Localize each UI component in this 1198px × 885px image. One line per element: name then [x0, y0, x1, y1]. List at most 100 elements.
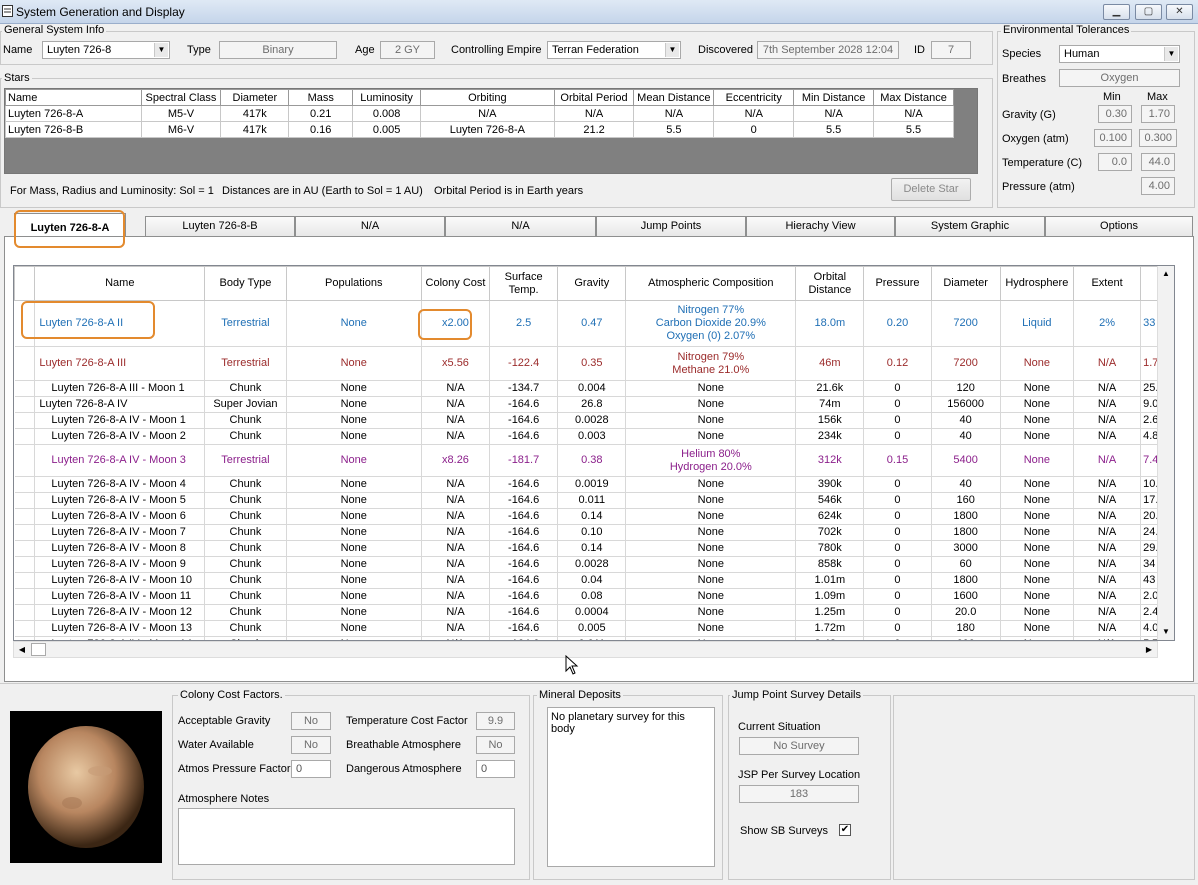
- body-cell: N/A: [1073, 540, 1142, 557]
- star-row[interactable]: Luyten 726-8-A M5-V 417k 0.21 0.008 N/A N/A N/A…: [5, 105, 954, 122]
- body-row[interactable]: Luyten 726-8-A IV - Moon 4 Chunk None N/A -1…: [14, 476, 1174, 493]
- atmosphere-component: None: [697, 398, 724, 410]
- maximize-button[interactable]: ▢: [1135, 4, 1162, 20]
- body-name-cell: Luyten 726-8-A IV - Moon 11: [34, 588, 206, 605]
- species-select[interactable]: Human ▼: [1059, 45, 1180, 63]
- stars-column-header[interactable]: Orbital Period: [553, 89, 635, 106]
- scroll-down-icon[interactable]: ▼: [1158, 624, 1174, 640]
- body-cell: -181.7: [489, 444, 559, 477]
- stars-column-header[interactable]: Name: [5, 89, 142, 106]
- stars-column-header[interactable]: Mass: [288, 89, 354, 106]
- row-header[interactable]: [14, 346, 36, 381]
- row-header[interactable]: [14, 556, 36, 573]
- body-row[interactable]: Luyten 726-8-A IV Super Jovian None N/A -164…: [14, 396, 1174, 413]
- body-row[interactable]: Luyten 726-8-A IV - Moon 3 Terrestrial Non…: [14, 444, 1174, 477]
- atmosphere-component: None: [697, 542, 724, 554]
- body-row[interactable]: Luyten 726-8-A IV - Moon 1 Chunk None N/A -1…: [14, 412, 1174, 429]
- tab-1[interactable]: Luyten 726-8-B: [145, 216, 295, 236]
- bodies-column-header[interactable]: Gravity: [557, 266, 627, 301]
- tab-7[interactable]: Options: [1045, 216, 1193, 236]
- row-header[interactable]: [14, 412, 36, 429]
- body-row[interactable]: Luyten 726-8-A IV - Moon 13 Chunk None N/A -…: [14, 620, 1174, 637]
- body-row[interactable]: Luyten 726-8-A IV - Moon 8 Chunk None N/A -1…: [14, 540, 1174, 557]
- body-row[interactable]: Luyten 726-8-A IV - Moon 2 Chunk None N/A -1…: [14, 428, 1174, 445]
- bodies-column-header[interactable]: Surface Temp.: [489, 266, 559, 301]
- body-row[interactable]: Luyten 726-8-A IV - Moon 5 Chunk None N/A -1…: [14, 492, 1174, 509]
- scroll-up-icon[interactable]: ▲: [1158, 266, 1174, 282]
- body-row[interactable]: Luyten 726-8-A II Terrestrial None x2.00 2.5…: [14, 300, 1174, 347]
- body-cell: N/A: [421, 508, 491, 525]
- row-header[interactable]: [14, 444, 36, 477]
- stars-column-header[interactable]: Orbiting: [420, 89, 555, 106]
- row-header[interactable]: [14, 604, 36, 621]
- mineral-deposits-list[interactable]: No planetary survey for this body: [547, 707, 715, 867]
- row-header[interactable]: [14, 588, 36, 605]
- row-header[interactable]: [14, 572, 36, 589]
- body-cell: N/A: [1073, 492, 1142, 509]
- vertical-scrollbar[interactable]: ▲ ▼: [1157, 266, 1174, 640]
- row-header[interactable]: [14, 620, 36, 637]
- bodies-column-header[interactable]: Hydrosphere: [999, 266, 1074, 301]
- atmosphere-notes-textarea[interactable]: [178, 808, 515, 865]
- atmosphere-cell: None: [625, 524, 797, 541]
- body-row[interactable]: Luyten 726-8-A IV - Moon 10 Chunk None N/A -…: [14, 572, 1174, 589]
- bodies-column-header[interactable]: Atmospheric Composition: [625, 266, 797, 301]
- body-cell: Chunk: [204, 476, 287, 493]
- bodies-column-header[interactable]: Colony Cost: [420, 266, 491, 301]
- show-sb-surveys-checkbox[interactable]: ✔: [839, 824, 851, 836]
- scroll-thumb[interactable]: [31, 643, 46, 656]
- row-header[interactable]: [14, 524, 36, 541]
- row-header[interactable]: [14, 540, 36, 557]
- atmosphere-cell: None: [625, 540, 797, 557]
- body-row[interactable]: Luyten 726-8-A IV - Moon 12 Chunk None N/A -…: [14, 604, 1174, 621]
- body-row[interactable]: Luyten 726-8-A IV - Moon 11 Chunk None N/A -…: [14, 588, 1174, 605]
- body-cell: 0: [863, 604, 932, 621]
- scroll-right-icon[interactable]: ▶: [1141, 642, 1157, 657]
- tab-3[interactable]: N/A: [445, 216, 596, 236]
- tab-2[interactable]: N/A: [295, 216, 445, 236]
- body-row[interactable]: Luyten 726-8-A III - Moon 1 Chunk None N/A -…: [14, 380, 1174, 397]
- bodies-column-header[interactable]: Name: [34, 266, 206, 301]
- system-name-select[interactable]: Luyten 726-8 ▼: [42, 41, 170, 59]
- body-cell: Chunk: [204, 572, 287, 589]
- bodies-column-header[interactable]: Body Type: [204, 266, 287, 301]
- stars-column-header[interactable]: Eccentricity: [713, 89, 795, 106]
- app-icon: [2, 5, 13, 17]
- stars-column-header[interactable]: Mean Distance: [633, 89, 715, 106]
- tab-5[interactable]: Hierachy View: [746, 216, 895, 236]
- stars-column-header[interactable]: Min Distance: [793, 89, 875, 106]
- bodies-column-header[interactable]: Populations: [285, 266, 422, 301]
- body-row[interactable]: Luyten 726-8-A IV - Moon 6 Chunk None N/A -1…: [14, 508, 1174, 525]
- atmosphere-component: None: [697, 382, 724, 394]
- bodies-column-header[interactable]: Orbital Distance: [795, 266, 865, 301]
- bodies-column-header[interactable]: Pressure: [863, 266, 932, 301]
- tab-6[interactable]: System Graphic: [895, 216, 1045, 236]
- stars-column-header[interactable]: Luminosity: [352, 89, 422, 106]
- body-cell: Chunk: [204, 412, 287, 429]
- bodies-column-header[interactable]: Extent: [1072, 266, 1142, 301]
- body-row[interactable]: Luyten 726-8-A III Terrestrial None x5.56 -1…: [14, 346, 1174, 381]
- close-button[interactable]: ✕: [1166, 4, 1193, 20]
- row-header[interactable]: [14, 508, 36, 525]
- stars-column-header[interactable]: Spectral Class: [140, 89, 222, 106]
- gravity-max-field: 1.70: [1141, 105, 1175, 123]
- body-cell: None: [286, 556, 422, 573]
- row-header[interactable]: [14, 396, 36, 413]
- row-header[interactable]: [14, 428, 36, 445]
- row-header[interactable]: [14, 492, 36, 509]
- body-row[interactable]: Luyten 726-8-A IV - Moon 7 Chunk None N/A -1…: [14, 524, 1174, 541]
- bodies-column-header[interactable]: Diameter: [930, 266, 1001, 301]
- delete-star-button[interactable]: Delete Star: [891, 178, 971, 201]
- stars-column-header[interactable]: Diameter: [220, 89, 290, 106]
- row-header[interactable]: [14, 476, 36, 493]
- minimize-button[interactable]: ▁: [1103, 4, 1130, 20]
- horizontal-scrollbar[interactable]: ◀ ▶: [13, 641, 1158, 658]
- body-row[interactable]: Luyten 726-8-A IV - Moon 9 Chunk None N/A -1…: [14, 556, 1174, 573]
- empire-select[interactable]: Terran Federation ▼: [547, 41, 681, 59]
- stars-column-header[interactable]: Max Distance: [873, 89, 954, 106]
- tab-4[interactable]: Jump Points: [596, 216, 746, 236]
- body-cell: 0.0019: [557, 476, 627, 493]
- row-header[interactable]: [14, 380, 36, 397]
- scroll-left-icon[interactable]: ◀: [14, 642, 30, 657]
- star-row[interactable]: Luyten 726-8-B M6-V 417k 0.16 0.005 Luyten 72…: [5, 121, 954, 138]
